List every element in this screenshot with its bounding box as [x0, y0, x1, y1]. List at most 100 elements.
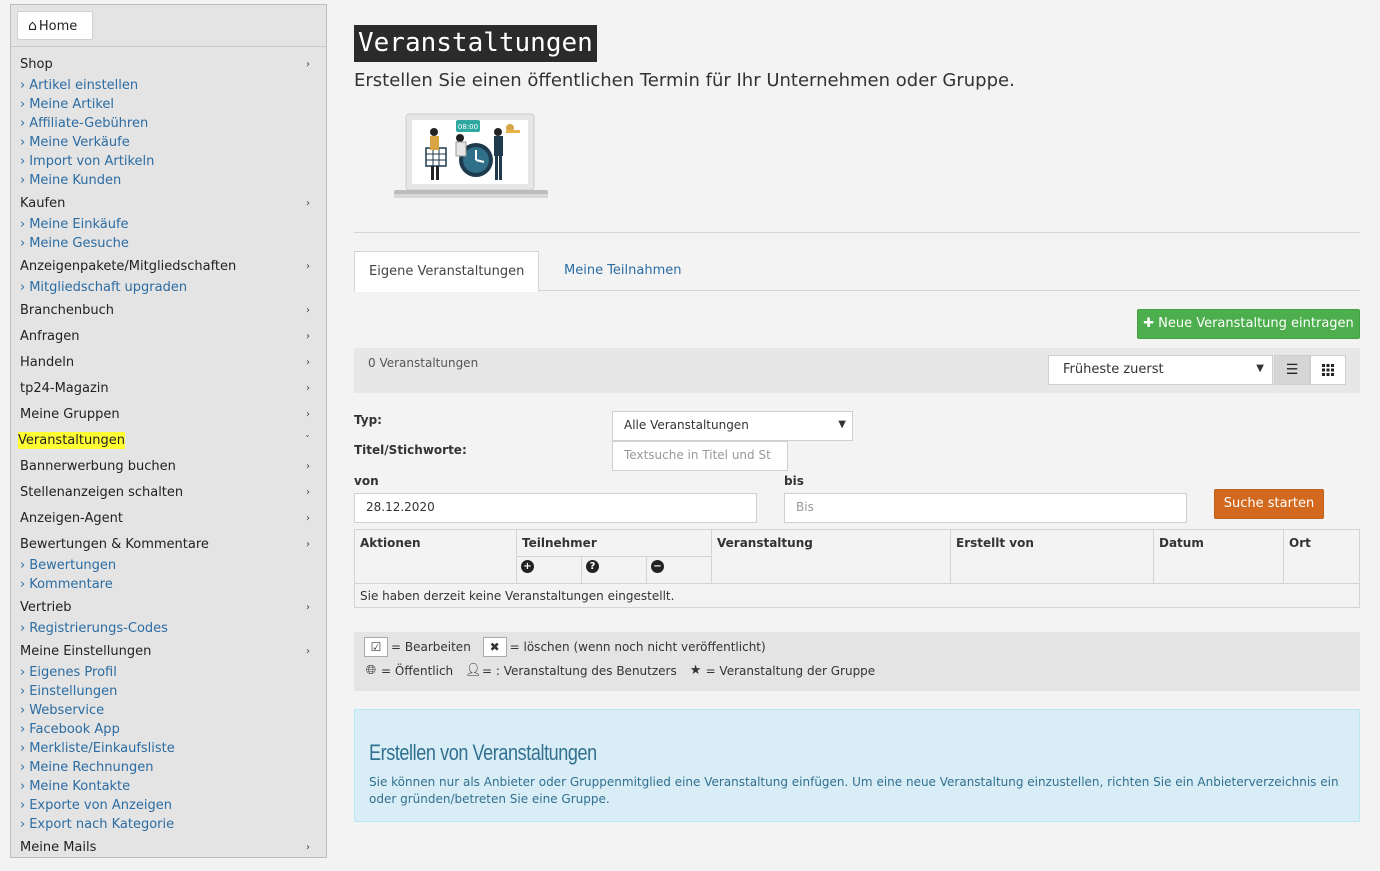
- sidebar-subitem-label: Registrierungs-Codes: [29, 621, 168, 636]
- sidebar-item-stellenanzeigen-schalten[interactable]: Stellenanzeigen schalten ›: [11, 482, 326, 504]
- plus-icon: ✚: [1143, 316, 1155, 331]
- sidebar-item-anzeigenpakete-mitgliedschaften[interactable]: Anzeigenpakete/Mitgliedschaften ›: [11, 256, 326, 278]
- sidebar-item-meine-gruppen[interactable]: Meine Gruppen ›: [11, 404, 326, 426]
- sidebar-subitem-meine-rechnungen[interactable]: › Meine Rechnungen: [11, 758, 326, 777]
- home-button[interactable]: ⌂ Home: [17, 11, 93, 40]
- legend-line-actions: ☑ = Bearbeiten ✖ = löschen (wenn noch nich…: [364, 637, 774, 657]
- chevron-right-icon: ›: [306, 409, 310, 420]
- results-toolbar: 0 Veranstaltungen Früheste zuerst ▼ ☰: [354, 348, 1360, 393]
- sidebar-subitem-mitgliedschaft-upgraden[interactable]: › Mitgliedschaft upgraden: [11, 278, 326, 297]
- sidebar-subitem-webservice[interactable]: › Webservice: [11, 701, 326, 720]
- sidebar-header: ⌂ Home: [11, 5, 326, 47]
- sidebar-item-label: Anzeigenpakete/Mitgliedschaften: [20, 259, 237, 274]
- sidebar-subitem-label: Eigenes Profil: [29, 665, 117, 680]
- sidebar-subitem-label: Meine Rechnungen: [29, 760, 154, 775]
- sidebar-subitem-meine-gesuche[interactable]: › Meine Gesuche: [11, 234, 326, 253]
- tab-eigene-veranstaltungen[interactable]: Eigene Veranstaltungen: [354, 251, 540, 292]
- sidebar-item-meine-mails[interactable]: Meine Mails ›: [11, 837, 326, 859]
- chevron-down-icon: ▼: [838, 419, 846, 430]
- column-header-veranstaltung: Veranstaltung: [712, 530, 951, 583]
- tab-meine-teilnahmen[interactable]: Meine Teilnahmen: [550, 251, 696, 291]
- chevron-right-icon: ›: [306, 646, 310, 657]
- sidebar-subitem-artikel-einstellen[interactable]: › Artikel einstellen: [11, 76, 326, 95]
- sidebar-subitem-meine-kontakte[interactable]: › Meine Kontakte: [11, 777, 326, 796]
- sidebar-subitem-facebook-app[interactable]: › Facebook App: [11, 720, 326, 739]
- sidebar-subitem-meine-artikel[interactable]: › Meine Artikel: [11, 95, 326, 114]
- sidebar-subitem-merkliste-einkaufsliste[interactable]: › Merkliste/Einkaufsliste: [11, 739, 326, 758]
- tab-bar: Eigene Veranstaltungen Meine Teilnahmen: [354, 251, 1360, 292]
- chevron-right-icon: ›: [20, 217, 26, 232]
- sidebar-item-bewertungen-kommentare[interactable]: Bewertungen & Kommentare ›: [11, 534, 326, 556]
- sidebar-subitem-meine-kunden[interactable]: › Meine Kunden: [11, 171, 326, 190]
- sort-select[interactable]: Früheste zuerst ▼: [1048, 355, 1273, 385]
- sidebar-subitem-label: Exporte von Anzeigen: [29, 798, 172, 813]
- column-header-ort: Ort: [1289, 536, 1311, 550]
- list-view-button[interactable]: ☰: [1274, 355, 1310, 385]
- chevron-right-icon: ›: [306, 487, 310, 498]
- page-title: Veranstaltungen: [354, 25, 597, 62]
- grid-view-icon: [1322, 364, 1334, 376]
- chevron-down-icon: ˇ: [305, 435, 310, 446]
- sidebar-subitem-bewertungen[interactable]: › Bewertungen: [11, 556, 326, 575]
- sidebar-subitem-affiliate-gebühren[interactable]: › Affiliate-Gebühren: [11, 114, 326, 133]
- keywords-input[interactable]: Textsuche in Titel und St: [612, 441, 788, 471]
- sidebar-item-label: Shop: [20, 57, 53, 72]
- illustration-clock-label: 08:00: [458, 123, 478, 131]
- sidebar-item-vertrieb[interactable]: Vertrieb ›: [11, 597, 326, 619]
- sidebar-subitem-registrierungs-codes[interactable]: › Registrierungs-Codes: [11, 619, 326, 638]
- legend-line-visibility: 🌐︎ = Öffentlich 👤︎= : Veranstaltung des B…: [364, 663, 883, 678]
- chevron-right-icon: ›: [20, 779, 26, 794]
- sidebar-subitem-eigenes-profil[interactable]: › Eigenes Profil: [11, 663, 326, 682]
- legend-group: = Veranstaltung der Gruppe: [705, 663, 876, 678]
- chevron-right-icon: ›: [20, 577, 26, 592]
- list-view-icon: ☰: [1285, 362, 1299, 378]
- user-icon: 👤︎: [464, 663, 482, 678]
- sidebar-subitem-import-von-artikeln[interactable]: › Import von Artikeln: [11, 152, 326, 171]
- chevron-right-icon: ›: [20, 135, 26, 150]
- sidebar-item-shop[interactable]: Shop ›: [11, 54, 326, 76]
- sidebar-subitem-label: Affiliate-Gebühren: [29, 116, 149, 131]
- sidebar-item-branchenbuch[interactable]: Branchenbuch ›: [11, 300, 326, 322]
- sidebar-subitem-label: Facebook App: [29, 722, 120, 737]
- sidebar-subitem-einstellungen[interactable]: › Einstellungen: [11, 682, 326, 701]
- chevron-right-icon: ›: [306, 59, 310, 70]
- sidebar-item-veranstaltungen[interactable]: Veranstaltungen ˇ: [11, 430, 326, 452]
- sidebar-item-meine-einstellungen[interactable]: Meine Einstellungen ›: [11, 641, 326, 663]
- table-empty-message: Sie haben derzeit keine Veranstaltungen …: [355, 583, 1359, 608]
- type-select[interactable]: Alle Veranstaltungen ▼: [612, 411, 853, 441]
- chevron-right-icon: ›: [20, 741, 26, 756]
- chevron-right-icon: ›: [20, 78, 26, 93]
- events-table: Aktionen Teilnehmer + ? − Veranstaltung …: [354, 529, 1360, 608]
- chevron-right-icon: ›: [20, 684, 26, 699]
- chevron-right-icon: ›: [306, 602, 310, 613]
- sidebar-subitem-meine-einkäufe[interactable]: › Meine Einkäufe: [11, 215, 326, 234]
- sidebar-subitem-export-nach-kategorie[interactable]: › Export nach Kategorie: [11, 815, 326, 834]
- sidebar-subitem-label: Kommentare: [29, 577, 113, 592]
- to-date-input[interactable]: Bis: [784, 493, 1187, 523]
- sidebar-item-bannerwerbung-buchen[interactable]: Bannerwerbung buchen ›: [11, 456, 326, 478]
- from-date-input[interactable]: 28.12.2020: [354, 493, 757, 523]
- plus-circle-icon: +: [521, 560, 534, 573]
- event-count: 0 Veranstaltungen: [368, 356, 479, 370]
- sidebar-subitem-meine-verkäufe[interactable]: › Meine Verkäufe: [11, 133, 326, 152]
- chevron-right-icon: ›: [20, 173, 26, 188]
- grid-view-button[interactable]: [1310, 355, 1346, 385]
- sidebar-subitem-kommentare[interactable]: › Kommentare: [11, 575, 326, 594]
- legend-public: = Öffentlich: [381, 663, 454, 678]
- new-event-button[interactable]: ✚ Neue Veranstaltung eintragen: [1137, 309, 1360, 339]
- sidebar-item-anfragen[interactable]: Anfragen ›: [11, 326, 326, 348]
- sidebar-item-label: Meine Gruppen: [20, 407, 120, 422]
- chevron-right-icon: ›: [306, 383, 310, 394]
- sidebar-subitem-exporte-von-anzeigen[interactable]: › Exporte von Anzeigen: [11, 796, 326, 815]
- chevron-right-icon: ›: [20, 798, 26, 813]
- sidebar-item-anzeigen-agent[interactable]: Anzeigen-Agent ›: [11, 508, 326, 530]
- chevron-right-icon: ›: [20, 760, 26, 775]
- search-button[interactable]: Suche starten: [1214, 489, 1324, 519]
- chevron-right-icon: ›: [306, 461, 310, 472]
- info-text: Sie können nur als Anbieter oder Gruppen…: [369, 775, 1339, 806]
- sidebar-item-handeln[interactable]: Handeln ›: [11, 352, 326, 374]
- sidebar-item-tp24-magazin[interactable]: tp24-Magazin ›: [11, 378, 326, 400]
- sidebar-item-kaufen[interactable]: Kaufen ›: [11, 193, 326, 215]
- chevron-right-icon: ›: [20, 621, 26, 636]
- chevron-right-icon: ›: [20, 116, 26, 131]
